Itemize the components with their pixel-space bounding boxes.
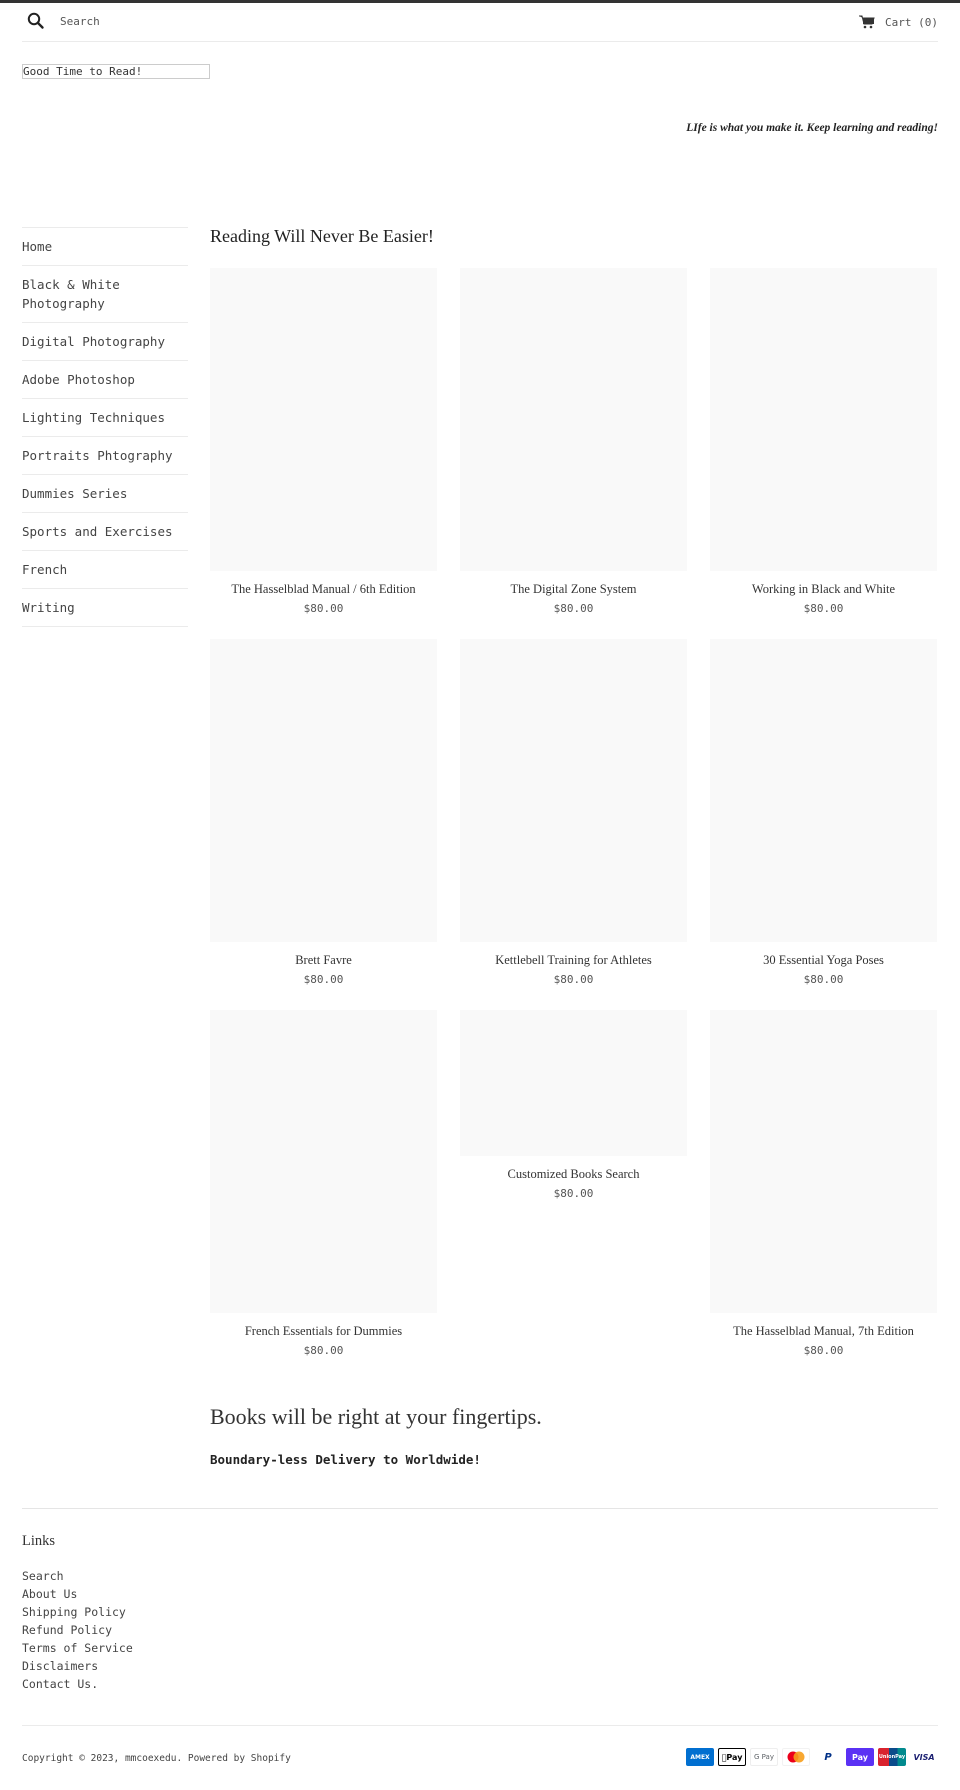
footer-link-contact-us[interactable]: Contact Us. (22, 1675, 133, 1693)
sidebar-item-portraits-photography[interactable]: Portraits Phtography (22, 437, 188, 475)
site-title-logo[interactable]: Good Time to Read! (22, 64, 210, 79)
powered-by: . Powered by Shopify (176, 1753, 291, 1764)
product-image[interactable] (710, 1010, 937, 1313)
footer-link-disclaimers[interactable]: Disclaimers (22, 1657, 133, 1675)
footer-link-terms-of-service[interactable]: Terms of Service (22, 1639, 133, 1657)
search-icon[interactable] (26, 11, 46, 31)
product-title[interactable]: The Digital Zone System (460, 582, 687, 597)
product-price: $80.00 (303, 1344, 344, 1357)
search-form[interactable] (22, 11, 260, 31)
promo-subtext: Boundary-less Delivery to Worldwide! (210, 1452, 481, 1467)
page-title: Reading Will Never Be Easier! (210, 226, 434, 246)
product-title[interactable]: French Essentials for Dummies (210, 1324, 437, 1339)
product-price: $80.00 (303, 602, 344, 615)
product-price: $80.00 (803, 973, 844, 986)
footer-divider (22, 1508, 938, 1509)
sidebar-item-writing[interactable]: Writing (22, 589, 188, 627)
product-title[interactable]: The Hasselblad Manual / 6th Edition (210, 582, 437, 597)
footer-links: Search About Us Shipping Policy Refund P… (22, 1567, 133, 1693)
sidebar-item-home[interactable]: Home (22, 228, 188, 266)
sidebar-item-digital-photography[interactable]: Digital Photography (22, 323, 188, 361)
google-pay-icon: G Pay (750, 1748, 778, 1766)
cart-label: Cart (0) (885, 15, 938, 29)
product-image[interactable] (710, 268, 937, 571)
product-price: $80.00 (553, 602, 594, 615)
product-image[interactable] (460, 268, 687, 571)
product-price: $80.00 (553, 1187, 594, 1200)
search-input[interactable] (60, 14, 260, 28)
product-card[interactable]: The Hasselblad Manual / 6th Edition $80.… (210, 268, 437, 615)
payment-icons: AMEX Pay G Pay P Pay UnionPay VISA (686, 1748, 938, 1766)
product-card[interactable]: Brett Favre $80.00 (210, 639, 437, 986)
product-title[interactable]: 30 Essential Yoga Poses (710, 953, 937, 968)
product-image[interactable] (210, 639, 437, 942)
union-pay-icon: UnionPay (878, 1748, 906, 1766)
product-price: $80.00 (803, 602, 844, 615)
visa-icon: VISA (910, 1748, 938, 1766)
promo-section: Books will be right at your fingertips. … (210, 1404, 542, 1467)
main-content: Reading Will Never Be Easier! The Hassel… (210, 226, 938, 1357)
site-header: Cart (0) (22, 3, 938, 42)
product-price: $80.00 (553, 973, 594, 986)
mastercard-icon (782, 1748, 810, 1766)
footer-links-heading: Links (22, 1533, 56, 1549)
product-image[interactable] (460, 639, 687, 942)
product-card[interactable]: Customized Books Search $80.00 (460, 1010, 687, 1200)
product-card[interactable]: French Essentials for Dummies $80.00 (210, 1010, 437, 1357)
copyright-prefix: Copyright © 2023, (22, 1753, 125, 1764)
paypal-icon: P (814, 1748, 842, 1766)
product-title[interactable]: Kettlebell Training for Athletes (460, 953, 687, 968)
product-title[interactable]: The Hasselblad Manual, 7th Edition (710, 1324, 937, 1339)
footer-link-shipping-policy[interactable]: Shipping Policy (22, 1603, 133, 1621)
product-title[interactable]: Customized Books Search (460, 1167, 687, 1182)
sidebar-item-sports-exercises[interactable]: Sports and Exercises (22, 513, 188, 551)
promo-heading: Books will be right at your fingertips. (210, 1404, 542, 1429)
product-card[interactable]: Working in Black and White $80.00 (710, 268, 937, 615)
footer-link-refund-policy[interactable]: Refund Policy (22, 1621, 133, 1639)
sidebar-item-adobe-photoshop[interactable]: Adobe Photoshop (22, 361, 188, 399)
product-price: $80.00 (803, 1344, 844, 1357)
product-title[interactable]: Brett Favre (210, 953, 437, 968)
product-card[interactable]: The Hasselblad Manual, 7th Edition $80.0… (710, 1010, 937, 1357)
cart-link[interactable]: Cart (0) (859, 15, 938, 29)
apple-pay-icon: Pay (718, 1748, 746, 1766)
product-image[interactable] (460, 1010, 687, 1156)
product-image[interactable] (210, 1010, 437, 1313)
shop-pay-icon: Pay (846, 1748, 874, 1766)
sidebar-item-french[interactable]: French (22, 551, 188, 589)
tagline: LIfe is what you make it. Keep learning … (686, 122, 938, 134)
sidebar-item-dummies-series[interactable]: Dummies Series (22, 475, 188, 513)
product-title[interactable]: Working in Black and White (710, 582, 937, 597)
product-image[interactable] (210, 268, 437, 571)
product-card[interactable]: The Digital Zone System $80.00 (460, 268, 687, 615)
footer-bottom-divider (22, 1725, 938, 1726)
copyright: Copyright © 2023, mmcoexedu. Powered by … (22, 1753, 291, 1764)
product-card[interactable]: 30 Essential Yoga Poses $80.00 (710, 639, 937, 986)
cart-icon (859, 15, 875, 29)
sidebar-nav: Home Black & White Photography Digital P… (22, 227, 188, 627)
sidebar-item-black-white-photography[interactable]: Black & White Photography (22, 266, 188, 323)
store-name-link[interactable]: mmcoexedu (125, 1753, 176, 1764)
footer-link-about-us[interactable]: About Us (22, 1585, 133, 1603)
product-card[interactable]: Kettlebell Training for Athletes $80.00 (460, 639, 687, 986)
product-image[interactable] (710, 639, 937, 942)
footer-link-search[interactable]: Search (22, 1567, 133, 1585)
sidebar-item-lighting-techniques[interactable]: Lighting Techniques (22, 399, 188, 437)
amex-icon: AMEX (686, 1748, 714, 1766)
product-price: $80.00 (303, 973, 344, 986)
